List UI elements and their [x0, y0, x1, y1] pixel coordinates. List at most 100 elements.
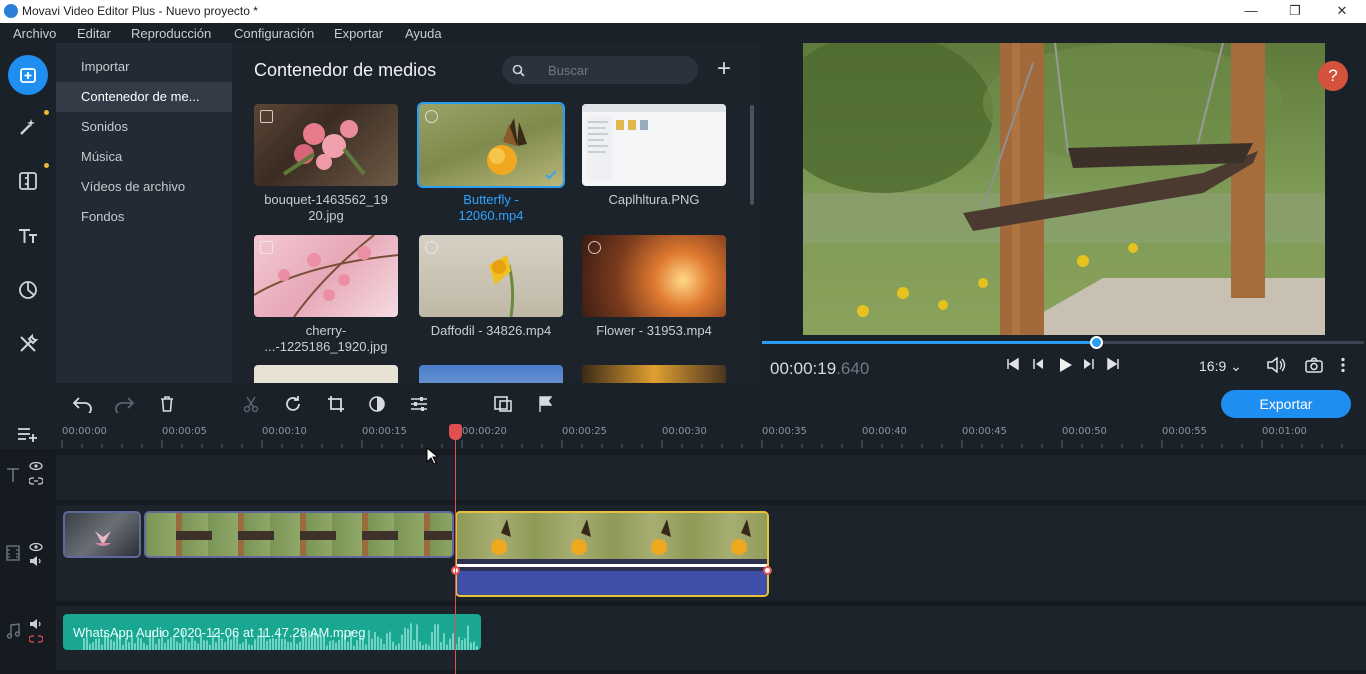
playback-seekbar[interactable] — [762, 336, 1364, 349]
menu-editar[interactable]: Editar — [77, 26, 111, 41]
title-track[interactable] — [56, 455, 1366, 500]
media-thumbnail-selected[interactable] — [417, 102, 565, 188]
media-scrollbar[interactable] — [750, 105, 754, 205]
color-adjust-icon[interactable] — [366, 393, 388, 415]
ruler-label: 00:00:40 — [862, 426, 907, 437]
play-icon[interactable] — [1057, 357, 1073, 377]
playhead-handle[interactable] — [449, 424, 462, 440]
image-type-icon — [260, 110, 273, 123]
subnav-item-musica[interactable]: Música — [56, 142, 232, 172]
timeline-ruler[interactable]: 00:00:00 00:00:05 00:00:10 00:00:15 00:0… — [0, 423, 1366, 449]
eye-icon[interactable] — [29, 542, 43, 552]
menu-exportar[interactable]: Exportar — [334, 26, 383, 41]
menu-archivo[interactable]: Archivo — [13, 26, 56, 41]
title-bar: Movavi Video Editor Plus - Nuevo proyect… — [0, 0, 1366, 23]
menu-ayuda[interactable]: Ayuda — [405, 26, 442, 41]
unlink-icon[interactable] — [29, 634, 43, 644]
timeline-toolbar: Exportar — [0, 383, 1366, 423]
import-icon[interactable] — [8, 55, 48, 95]
media-thumbnail[interactable] — [582, 235, 726, 317]
media-item-label-selected: Butterfly - 12060.mp4 — [458, 192, 524, 223]
search-input[interactable]: Buscar — [502, 56, 698, 84]
seekbar-progress — [762, 341, 1097, 344]
import-subnav: Importar Contenedor de me... Sonidos Mús… — [56, 43, 232, 383]
film-track-icon — [6, 545, 20, 561]
media-thumbnail[interactable] — [254, 235, 398, 317]
snapshot-camera-icon[interactable] — [1305, 357, 1323, 377]
video-track-header — [0, 539, 56, 579]
volume-icon[interactable] — [1266, 356, 1286, 377]
subnav-item-videos-archivo[interactable]: Vídeos de archivo — [56, 172, 232, 202]
subnav-item-contenedor[interactable]: Contenedor de me... — [56, 82, 232, 112]
undo-icon[interactable] — [72, 393, 94, 415]
cut-scissors-icon[interactable] — [240, 393, 262, 415]
video-type-icon — [425, 241, 438, 254]
tools-icon[interactable] — [8, 324, 48, 364]
media-thumbnail[interactable] — [419, 235, 563, 317]
delete-trash-icon[interactable] — [156, 393, 178, 415]
add-track-icon[interactable] — [17, 423, 39, 445]
media-thumbnail[interactable] — [582, 104, 726, 186]
seekbar-handle[interactable] — [1090, 336, 1104, 349]
video-clip[interactable] — [144, 511, 454, 558]
audio-clip[interactable]: WhatsApp Audio 2020-12-06 at 11.47.28 AM… — [63, 614, 481, 650]
magic-wand-icon[interactable] — [8, 107, 48, 147]
menu-configuracion[interactable]: Configuración — [234, 26, 314, 41]
video-clip[interactable] — [63, 511, 141, 558]
subnav-item-fondos[interactable]: Fondos — [56, 202, 232, 232]
menu-reproduccion[interactable]: Reproducción — [131, 26, 211, 41]
maximize-button[interactable]: ❐ — [1272, 0, 1318, 23]
next-frame-icon[interactable] — [1082, 357, 1096, 377]
video-clip-selected[interactable] — [455, 511, 769, 597]
redo-icon[interactable] — [113, 393, 135, 415]
media-thumbnail[interactable] — [419, 365, 563, 383]
media-thumbnail[interactable] — [582, 365, 726, 383]
speaker-icon[interactable] — [29, 556, 43, 566]
close-button[interactable]: ✕ — [1319, 0, 1365, 23]
playback-timecode: 00:00:19.640 — [770, 359, 869, 379]
transitions-icon[interactable] — [8, 161, 48, 201]
ruler-label: 00:00:15 — [362, 426, 407, 437]
link-icon[interactable] — [29, 476, 43, 486]
video-preview[interactable] — [803, 43, 1325, 335]
crop-icon[interactable] — [325, 393, 347, 415]
minimize-button[interactable]: — — [1228, 0, 1274, 23]
preview-panel: ? 00:00:19.640 16:9 ⌄ — [760, 43, 1366, 383]
media-item-label: Daffodil - 34826.mp4 — [430, 323, 552, 338]
eye-icon[interactable] — [29, 461, 43, 471]
ruler-label: 00:00:20 — [462, 426, 507, 437]
media-item-label: cherry- ...-1225186_1920.jpg — [264, 323, 388, 354]
media-item-label: Caplhltura.PNG — [608, 192, 700, 207]
timecode-fraction: .640 — [836, 359, 870, 378]
clip-filmstrip — [457, 513, 767, 559]
ruler-ticks — [61, 440, 1343, 448]
overlay-icon[interactable] — [492, 393, 514, 415]
clip-fade-handle[interactable] — [763, 566, 772, 575]
media-thumbnail[interactable] — [254, 104, 398, 186]
export-button[interactable]: Exportar — [1221, 390, 1351, 418]
aspect-ratio-select[interactable]: 16:9 ⌄ — [1199, 358, 1242, 378]
more-options-icon[interactable] — [1340, 357, 1346, 377]
skip-end-icon[interactable] — [1106, 357, 1120, 377]
skip-start-icon[interactable] — [1006, 357, 1020, 377]
help-button[interactable]: ? — [1318, 61, 1348, 91]
subnav-item-sonidos[interactable]: Sonidos — [56, 112, 232, 142]
ruler-label: 00:01:00 — [1262, 426, 1307, 437]
window-title: Movavi Video Editor Plus - Nuevo proyect… — [22, 4, 258, 18]
video-type-icon — [425, 110, 438, 123]
titles-icon[interactable] — [8, 216, 48, 256]
clip-volume-line[interactable] — [457, 564, 767, 567]
media-thumbnail[interactable] — [254, 365, 398, 383]
prev-frame-icon[interactable] — [1031, 357, 1045, 377]
rotate-icon[interactable] — [282, 393, 304, 415]
ruler-label: 00:00:35 — [762, 426, 807, 437]
add-media-button[interactable]: + — [712, 56, 736, 84]
subnav-item-importar[interactable]: Importar — [56, 52, 232, 82]
stickers-icon[interactable] — [8, 270, 48, 310]
ruler-label: 00:00:10 — [262, 426, 307, 437]
marker-flag-icon[interactable] — [534, 393, 556, 415]
search-icon — [512, 64, 525, 77]
speaker-icon[interactable] — [29, 619, 43, 629]
text-track-icon — [7, 468, 19, 482]
clip-properties-icon[interactable] — [408, 393, 430, 415]
